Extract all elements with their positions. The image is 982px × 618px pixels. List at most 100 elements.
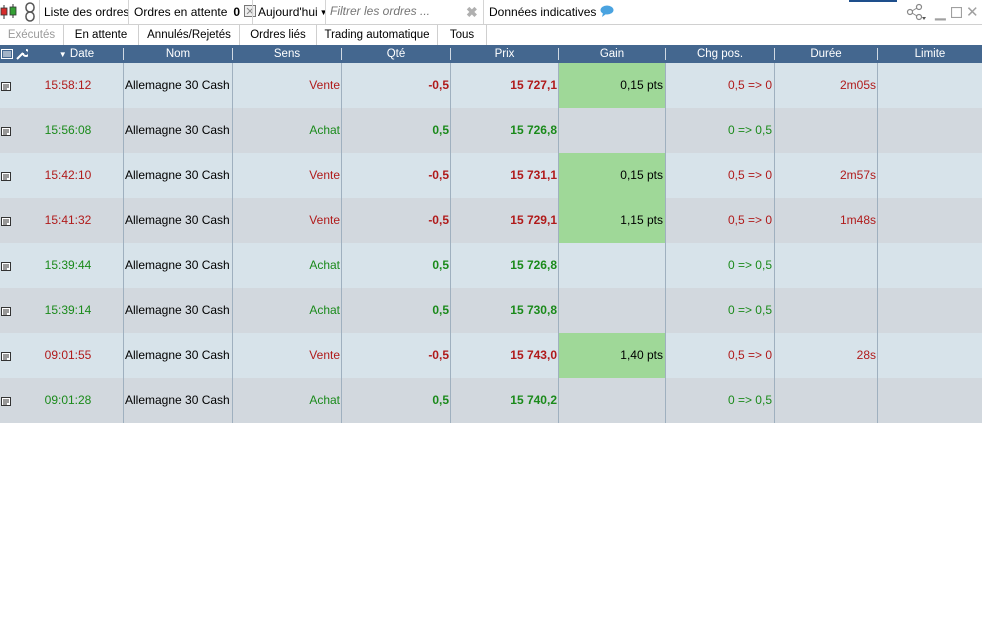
cell-chg: 0 => 0,5 [727,123,772,137]
cell-limite [878,108,980,153]
table-row[interactable]: 15:41:32 Allemagne 30 Cash ... Vente -0,5 15… [0,198,982,243]
cell-nom: Allemagne 30 Cash ... [125,303,231,317]
cell-limite [878,198,980,243]
cell-qte: -0,5 [428,78,449,92]
maximize-icon[interactable] [951,0,962,24]
cell-date: 15:39:14 [44,303,92,317]
column-header-prix[interactable]: Prix [451,45,558,63]
column-header-duree[interactable]: Durée [775,45,877,63]
cell-qte: -0,5 [428,348,449,362]
column-divider [665,63,666,423]
clear-filter-icon[interactable]: ✖ [466,0,478,24]
column-header-nom[interactable]: Nom [124,45,232,63]
cell-nom: Allemagne 30 Cash ... [125,393,231,407]
column-divider [450,63,451,423]
tab-executes[interactable]: Exécutés [0,25,64,45]
cell-nom: Allemagne 30 Cash ... [125,258,231,272]
cell-gain: 0,15 pts [559,63,665,108]
period-dropdown[interactable]: Aujourd'hui ▼ [258,0,328,24]
table-row[interactable]: 15:42:10 Allemagne 30 Cash ... Vente -0,5 15… [0,153,982,198]
table-row[interactable]: 15:56:08 Allemagne 30 Cash ... Achat 0,5 15 … [0,108,982,153]
order-detail-icon[interactable] [1,395,11,406]
pending-orders-count: 0 [233,5,241,19]
tab-tous[interactable]: Tous [438,25,487,45]
cell-chg: 0 => 0,5 [727,258,772,272]
column-header-date-label: Date [69,48,95,60]
cell-duree [775,108,876,153]
filter-orders-input[interactable] [330,3,460,19]
cell-chg: 0 => 0,5 [727,393,772,407]
column-header-gain[interactable]: Gain [559,45,665,63]
cell-duree [775,378,876,423]
calendar-icon[interactable] [244,4,257,20]
chevron-down-icon: ▼ [319,7,328,17]
table-row[interactable]: 09:01:28 Allemagne 30 Cash ... Achat 0,5 15 … [0,378,982,423]
tab-en-attente[interactable]: En attente [64,25,139,45]
cell-date: 15:58:12 [44,78,92,92]
link-icon[interactable] [24,0,36,24]
column-header-date[interactable]: ▼ Date [30,45,123,63]
orders-list-title: Liste des ordres [44,5,130,19]
indicative-data: Données indicatives [489,0,614,24]
chat-bubble-icon[interactable] [600,5,614,20]
cell-prix: 15 729,1 [510,213,557,227]
cell-gain: 1,15 pts [559,198,665,243]
cell-nom: Allemagne 30 Cash ... [125,168,231,182]
cell-prix: 15 743,0 [510,348,557,362]
cell-prix: 15 740,2 [510,393,557,407]
period-dropdown-label: Aujourd'hui [258,5,318,19]
order-detail-icon[interactable] [1,125,11,136]
column-divider [774,63,775,423]
cell-limite [878,153,980,198]
wrench-icon[interactable] [16,45,30,63]
cell-sens: Vente [309,213,340,227]
minimize-icon[interactable]: ▁ [935,0,946,24]
column-header-sens[interactable]: Sens [233,45,341,63]
table-row[interactable]: 15:39:14 Allemagne 30 Cash ... Achat 0,5 15 … [0,288,982,333]
cell-limite [878,333,980,378]
table-row[interactable]: 15:39:44 Allemagne 30 Cash ... Achat 0,5 15 … [0,243,982,288]
cell-prix: 15 726,8 [510,258,557,272]
tab-trading-automatique[interactable]: Trading automatique [317,25,438,45]
cell-duree: 28s [856,348,876,362]
sort-desc-icon: ▼ [58,50,67,59]
column-header-limite[interactable]: Limite [878,45,982,63]
cell-chg: 0,5 => 0 [727,168,772,182]
order-detail-icon[interactable] [1,215,11,226]
cell-sens: Achat [309,393,340,407]
cell-limite [878,288,980,333]
cell-gain: 0,15 pts [559,153,665,198]
tab-annules-rejetes[interactable]: Annulés/Rejetés [139,25,240,45]
cell-sens: Achat [309,123,340,137]
cell-date: 15:56:08 [44,123,92,137]
cell-duree: 1m48s [839,213,876,227]
column-header-qte[interactable]: Qté [342,45,450,63]
order-detail-icon[interactable] [1,80,11,91]
candlestick-icon[interactable] [0,0,18,24]
pending-orders[interactable]: Ordres en attente 0 [134,0,257,24]
column-header-chg-pos[interactable]: Chg pos. [666,45,774,63]
tab-ordres-lies[interactable]: Ordres liés [240,25,317,45]
cell-date: 15:41:32 [44,213,92,227]
order-tabs: Exécutés En attente Annulés/Rejetés Ordr… [0,25,982,46]
cell-nom: Allemagne 30 Cash ... [125,213,231,227]
cell-duree [775,288,876,333]
table-row[interactable]: 09:01:55 Allemagne 30 Cash ... Vente -0,5 15… [0,333,982,378]
cell-duree: 2m05s [839,78,876,92]
share-icon[interactable] [906,0,926,24]
columns-icon[interactable] [1,45,13,63]
close-icon[interactable]: ✕ [966,0,979,24]
column-divider [232,63,233,423]
order-detail-icon[interactable] [1,260,11,271]
order-detail-icon[interactable] [1,305,11,316]
toolbar: Liste des ordres Ordres en attente 0 Auj… [0,0,982,25]
cell-gain: 1,40 pts [559,333,665,378]
order-detail-icon[interactable] [1,170,11,181]
cell-chg: 0,5 => 0 [727,348,772,362]
cell-prix: 15 731,1 [510,168,557,182]
cell-qte: 0,5 [432,123,449,137]
indicative-data-label: Données indicatives [489,5,597,19]
table-row[interactable]: 15:58:12 Allemagne 30 Cash ... Vente -0,5 15… [0,63,982,108]
order-detail-icon[interactable] [1,350,11,361]
cell-prix: 15 726,8 [510,123,557,137]
